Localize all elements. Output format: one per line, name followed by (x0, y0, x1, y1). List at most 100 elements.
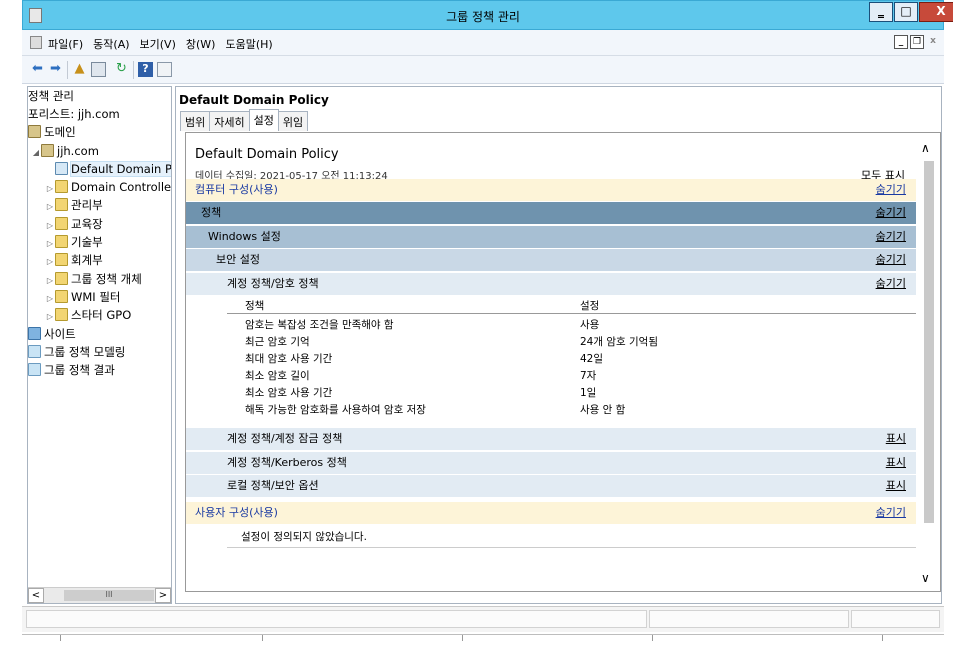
tab-scope[interactable]: 범위 (180, 111, 211, 131)
divider (262, 635, 263, 641)
status-segment (649, 610, 849, 628)
close-button[interactable]: X (919, 2, 953, 22)
section-label: 정책 (201, 206, 222, 219)
menu-items: 파일(F) 동작(A) 보기(V) 창(W) 도움말(H) (48, 36, 273, 52)
tree-item[interactable]: Default Domain Policy (55, 160, 171, 178)
computer-config-section: 컴퓨터 구성(사용) 숨기기 (186, 179, 916, 201)
tree-item[interactable]: ▷ 스타터 GPO (45, 306, 131, 324)
gpo-icon (55, 162, 68, 175)
tree-item[interactable]: ▷ 기술부 (45, 233, 103, 251)
mdi-close-button[interactable]: x (926, 35, 940, 49)
chevron-down-icon[interactable]: ∨ (921, 571, 930, 585)
tree-item[interactable]: 포리스트: jjh.com (28, 105, 120, 123)
lockout-policy-section: 계정 정책/계정 잠금 정책 표시 (186, 428, 916, 450)
menu-action[interactable]: 동작(A) (93, 36, 129, 52)
tree-item[interactable]: 도메인 (28, 123, 76, 141)
tree-item[interactable]: ▷ 관리부 (45, 196, 103, 214)
tree-item[interactable]: 그룹 정책 모델링 (28, 343, 125, 361)
document-icon[interactable] (30, 36, 42, 49)
vertical-scrollbar[interactable]: ∧ ∨ (916, 133, 940, 591)
results-icon (28, 363, 41, 376)
column-header-setting: 설정 (580, 300, 600, 312)
properties-icon[interactable] (157, 62, 172, 77)
security-settings-section: 보안 설정 숨기기 (186, 249, 916, 271)
mdi-controls: _ ❐ x (894, 35, 940, 49)
menu-help[interactable]: 도움말(H) (225, 36, 272, 52)
divider (652, 635, 653, 641)
table-row: 암호는 복잡성 조건을 만족해야 함 사용 (245, 319, 600, 331)
no-settings-text: 설정이 정의되지 않았습니다. (241, 531, 367, 543)
details-pane: Default Domain Policy 범위 자세히 설정 위임 Defau… (175, 86, 942, 604)
tree-item[interactable]: 그룹 정책 결과 (28, 361, 115, 379)
scroll-right-icon[interactable]: > (155, 588, 171, 603)
tree-item[interactable]: ▷ 교육장 (45, 215, 103, 233)
tree-item[interactable]: 정책 관리 (28, 87, 74, 105)
menu-file[interactable]: 파일(F) (48, 36, 83, 52)
tab-details[interactable]: 자세히 (209, 111, 250, 131)
toolbar: ⬅ ➡ ▲ ↻ ? (22, 56, 944, 84)
folder-icon (55, 290, 68, 303)
table-row: 최소 암호 길이 7자 (245, 370, 597, 382)
table-row: 최근 암호 기억 24개 암호 기억됨 (245, 336, 658, 348)
status-bar (22, 606, 944, 632)
tree-item[interactable]: ▷ Domain Controllers (45, 178, 171, 196)
help-icon[interactable]: ? (138, 62, 153, 77)
show-link[interactable]: 표시 (886, 475, 906, 497)
maximize-button[interactable]: □ (894, 2, 918, 22)
hide-link[interactable]: 숨기기 (876, 249, 906, 271)
back-icon[interactable]: ⬅ (30, 62, 45, 77)
section-label: 로컬 정책/보안 옵션 (227, 479, 319, 492)
folder-icon (55, 308, 68, 321)
table-row: 최대 암호 사용 기간 42일 (245, 353, 604, 365)
chevron-up-icon[interactable]: ∧ (921, 141, 930, 155)
scroll-left-icon[interactable]: < (28, 588, 44, 603)
report-title: Default Domain Policy (195, 147, 339, 162)
tree-pane[interactable]: 정책 관리 포리스트: jjh.com 도메인 ◢ jjh.com Default… (27, 86, 172, 604)
tree-item[interactable]: ▷ 그룹 정책 개체 (45, 270, 142, 288)
show-link[interactable]: 표시 (886, 428, 906, 450)
show-link[interactable]: 표시 (886, 452, 906, 474)
kerberos-policy-section: 계정 정책/Kerberos 정책 표시 (186, 452, 916, 474)
minimize-button[interactable]: ‗ (869, 2, 893, 22)
domain-icon (28, 125, 41, 138)
horizontal-scrollbar[interactable]: < III > (28, 587, 171, 603)
hide-link[interactable]: 숨기기 (876, 226, 906, 248)
password-policy-section: 계정 정책/암호 정책 숨기기 (186, 273, 916, 295)
hide-link[interactable]: 숨기기 (876, 502, 906, 524)
show-hide-tree-icon[interactable] (91, 62, 106, 77)
menu-view[interactable]: 보기(V) (140, 36, 176, 52)
menu-window[interactable]: 창(W) (186, 36, 216, 52)
scroll-thumb[interactable]: III (64, 590, 154, 601)
hide-link[interactable]: 숨기기 (876, 179, 906, 201)
policies-section: 정책 숨기기 (186, 202, 916, 224)
tab-delegation[interactable]: 위임 (277, 111, 309, 131)
up-folder-icon[interactable]: ▲ (72, 62, 87, 77)
column-header-policy: 정책 (245, 300, 265, 312)
tree-item[interactable]: ▷ WMI 필터 (45, 288, 121, 306)
refresh-icon[interactable]: ↻ (114, 62, 129, 77)
user-config-section: 사용자 구성(사용) 숨기기 (186, 502, 916, 524)
divider (882, 635, 883, 641)
hide-link[interactable]: 숨기기 (876, 273, 906, 295)
folder-icon (55, 272, 68, 285)
table-row: 해독 가능한 암호화를 사용하여 암호 저장 사용 안 함 (245, 404, 626, 416)
folder-icon (55, 253, 68, 266)
tree-item[interactable]: 사이트 (28, 325, 76, 343)
tab-settings[interactable]: 설정 (248, 109, 279, 131)
settings-report: Default Domain Policy 데이터 수집일: 2021-05-1… (185, 132, 941, 592)
mdi-minimize-button[interactable]: _ (894, 35, 908, 49)
hide-link[interactable]: 숨기기 (876, 202, 906, 224)
folder-icon (55, 235, 68, 248)
section-label: 보안 설정 (216, 253, 260, 266)
folder-icon (55, 217, 68, 230)
scroll-track[interactable] (924, 161, 934, 523)
status-segment (26, 610, 647, 628)
mdi-restore-button[interactable]: ❐ (910, 35, 924, 49)
bottom-border (22, 634, 944, 641)
divider (60, 635, 61, 641)
section-label: 컴퓨터 구성(사용) (195, 183, 278, 196)
tree-item[interactable]: ▷ 회계부 (45, 251, 103, 269)
section-label: 계정 정책/계정 잠금 정책 (227, 432, 343, 445)
tree-item[interactable]: ◢ jjh.com (31, 142, 99, 160)
forward-icon[interactable]: ➡ (48, 62, 63, 77)
